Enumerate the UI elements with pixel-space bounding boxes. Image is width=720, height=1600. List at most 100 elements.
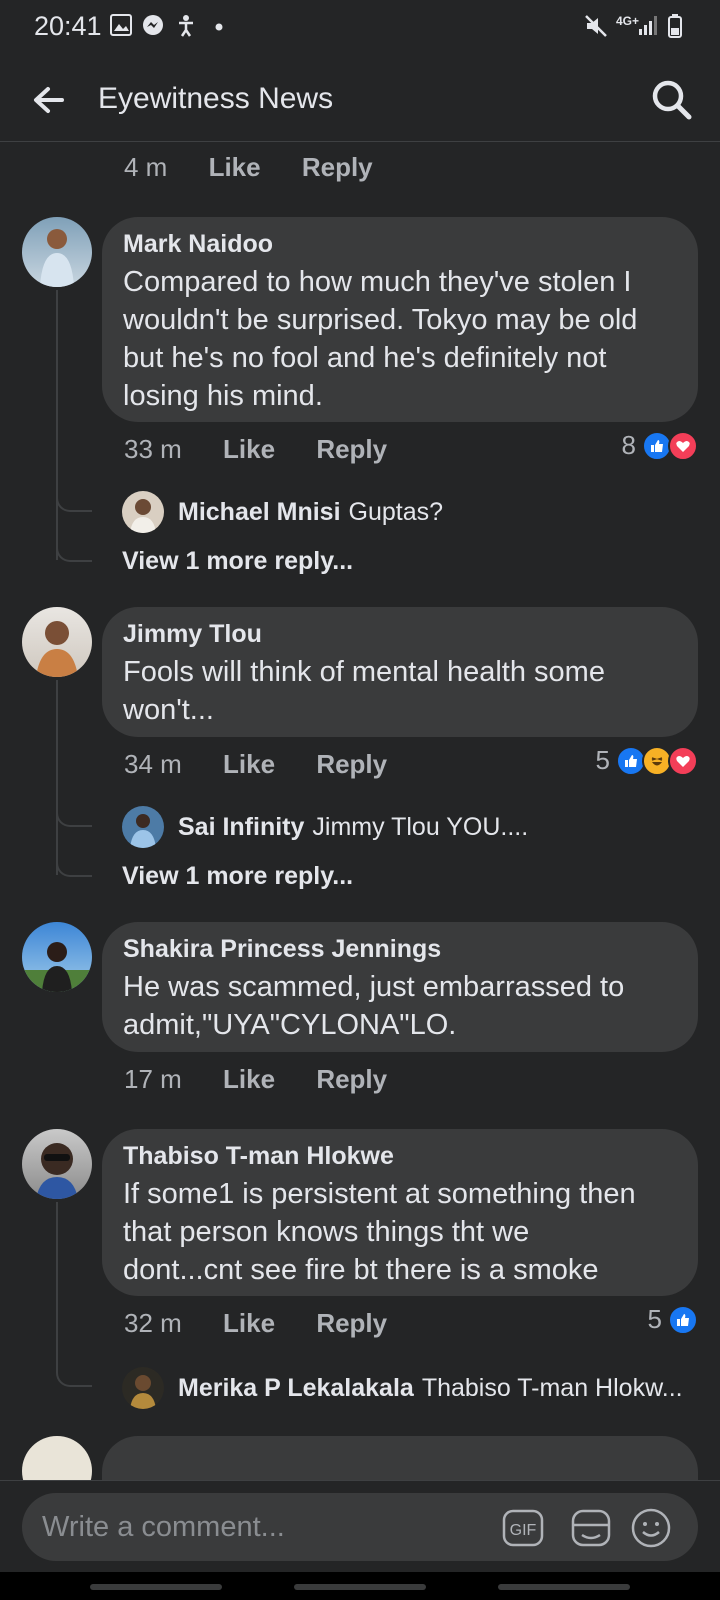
comment-actions: 34 m Like Reply [124,749,387,780]
messenger-icon [143,15,163,35]
gif-icon[interactable]: GIF [502,1507,544,1549]
like-button[interactable]: Like [209,152,261,183]
thread-branch [56,787,92,827]
avatar[interactable] [22,922,92,992]
person-silhouette-icon [40,229,74,287]
reaction-count: 5 [595,745,610,775]
comment-time: 33 m [124,434,182,464]
comment-time: 4 m [124,152,168,182]
comment-text: Fools will think of mental health some w… [123,656,605,726]
thread-branch [56,1347,92,1387]
comments-feed[interactable]: 4 m Like Reply Mark Naidoo Compared to h… [0,142,720,1480]
reply-item[interactable]: Sai Infinity Jimmy Tlou YOU.... [122,805,528,849]
reply-item[interactable]: Merika P Lekalakala Thabiso T-man Hlokw.… [122,1366,683,1410]
comment-time: 34 m [124,749,182,779]
comment-bubble[interactable]: Jimmy Tlou Fools will think of mental he… [102,607,698,737]
avatar[interactable] [22,1129,92,1199]
comment-text: Compared to how much they've stolen I wo… [123,266,638,412]
search-icon[interactable] [650,78,692,120]
emoji-icon[interactable] [630,1507,672,1549]
person-silhouette-icon [36,621,78,677]
thread-line [56,1202,58,1352]
comment-time: 17 m [124,1064,182,1094]
avatar[interactable] [122,491,164,533]
avatar[interactable] [22,607,92,677]
comment-actions: 33 m Like Reply [124,434,387,465]
love-reaction-icon [668,745,698,776]
like-button[interactable]: Like [223,434,275,465]
avatar[interactable] [122,1367,164,1409]
view-more-replies-link[interactable]: View 1 more reply... [122,547,353,576]
network-type: 4G+ [616,14,640,28]
nav-home-button[interactable] [294,1584,426,1590]
comment-actions: 4 m Like Reply [124,152,373,183]
accessibility-icon [179,15,193,37]
reply-button[interactable]: Reply [316,1308,387,1339]
reply-button[interactable]: Reply [316,749,387,780]
avatar[interactable] [122,806,164,848]
reply-author[interactable]: Michael Mnisi [178,498,341,527]
like-button[interactable]: Like [223,749,275,780]
page-title: Eyewitness News [98,82,334,115]
view-more-replies-link[interactable]: View 1 more reply... [122,862,353,891]
reaction-count: 5 [647,1304,662,1334]
comment-author[interactable]: Shakira Princess Jennings [123,934,678,964]
reaction-summary[interactable]: 8 [622,430,698,461]
comment-input[interactable]: Write a comment... GIF [22,1493,698,1561]
comment-author[interactable]: Thabiso T-man Hlokwe [123,1141,678,1171]
gallery-icon [110,14,132,36]
person-silhouette-icon [36,1143,78,1199]
avatar[interactable] [22,217,92,287]
reaction-count: 8 [621,430,636,460]
comment-bubble[interactable]: Shakira Princess Jennings He was scammed… [102,922,698,1052]
sticker-icon[interactable] [570,1507,612,1549]
reply-button[interactable]: Reply [316,1064,387,1095]
status-bar: 20:41 4G+ [0,0,720,56]
reply-button[interactable]: Reply [302,152,373,183]
signal-icon [639,16,657,35]
reply-item[interactable]: Michael Mnisi Guptas? [122,490,443,534]
nav-back-button[interactable] [498,1584,630,1590]
like-reaction-icon [668,1304,698,1335]
reply-author[interactable]: Sai Infinity [178,813,304,842]
comment-bubble[interactable] [102,1436,698,1480]
reply-text: Thabiso T-man Hlokw... [421,1373,683,1402]
love-reaction-icon [668,430,698,461]
comment-actions: 17 m Like Reply [124,1064,387,1095]
thread-line [56,290,58,560]
person-silhouette-icon [130,1375,156,1409]
comment-composer: Write a comment... GIF [0,1480,720,1572]
dot-icon [215,23,223,31]
thread-branch [56,472,92,512]
system-nav-bar [0,1572,720,1600]
comment-author[interactable]: Jimmy Tlou [123,619,678,649]
thread-branch [56,837,92,877]
app-header: Eyewitness News [0,56,720,142]
person-silhouette-icon [22,942,92,992]
comment-input-placeholder: Write a comment... [42,1511,285,1543]
reaction-summary[interactable]: 5 [648,1304,698,1335]
mute-icon [585,15,607,37]
reply-text: Jimmy Tlou YOU.... [312,812,529,841]
avatar[interactable] [22,1436,92,1480]
person-silhouette-icon [130,499,156,533]
comment-bubble[interactable]: Thabiso T-man Hlokwe If some1 is persist… [102,1129,698,1296]
reply-text: Guptas? [348,497,444,526]
gif-label: GIF [510,1522,537,1539]
comment-actions: 32 m Like Reply [124,1308,387,1339]
comment-bubble[interactable]: Mark Naidoo Compared to how much they've… [102,217,698,422]
nav-recents-button[interactable] [90,1584,222,1590]
like-button[interactable]: Like [223,1308,275,1339]
comment-text: If some1 is persistent at something then… [123,1178,636,1286]
back-arrow-icon[interactable] [28,80,68,120]
comment-time: 32 m [124,1308,182,1338]
like-button[interactable]: Like [223,1064,275,1095]
person-silhouette-icon [130,814,156,848]
status-time: 20:41 [34,11,102,41]
thread-branch [56,522,92,562]
reply-author[interactable]: Merika P Lekalakala [178,1374,414,1403]
comment-author[interactable]: Mark Naidoo [123,229,678,259]
comment-text: He was scammed, just embarrassed to admi… [123,971,625,1041]
reaction-summary[interactable]: 5 [596,745,698,776]
reply-button[interactable]: Reply [316,434,387,465]
